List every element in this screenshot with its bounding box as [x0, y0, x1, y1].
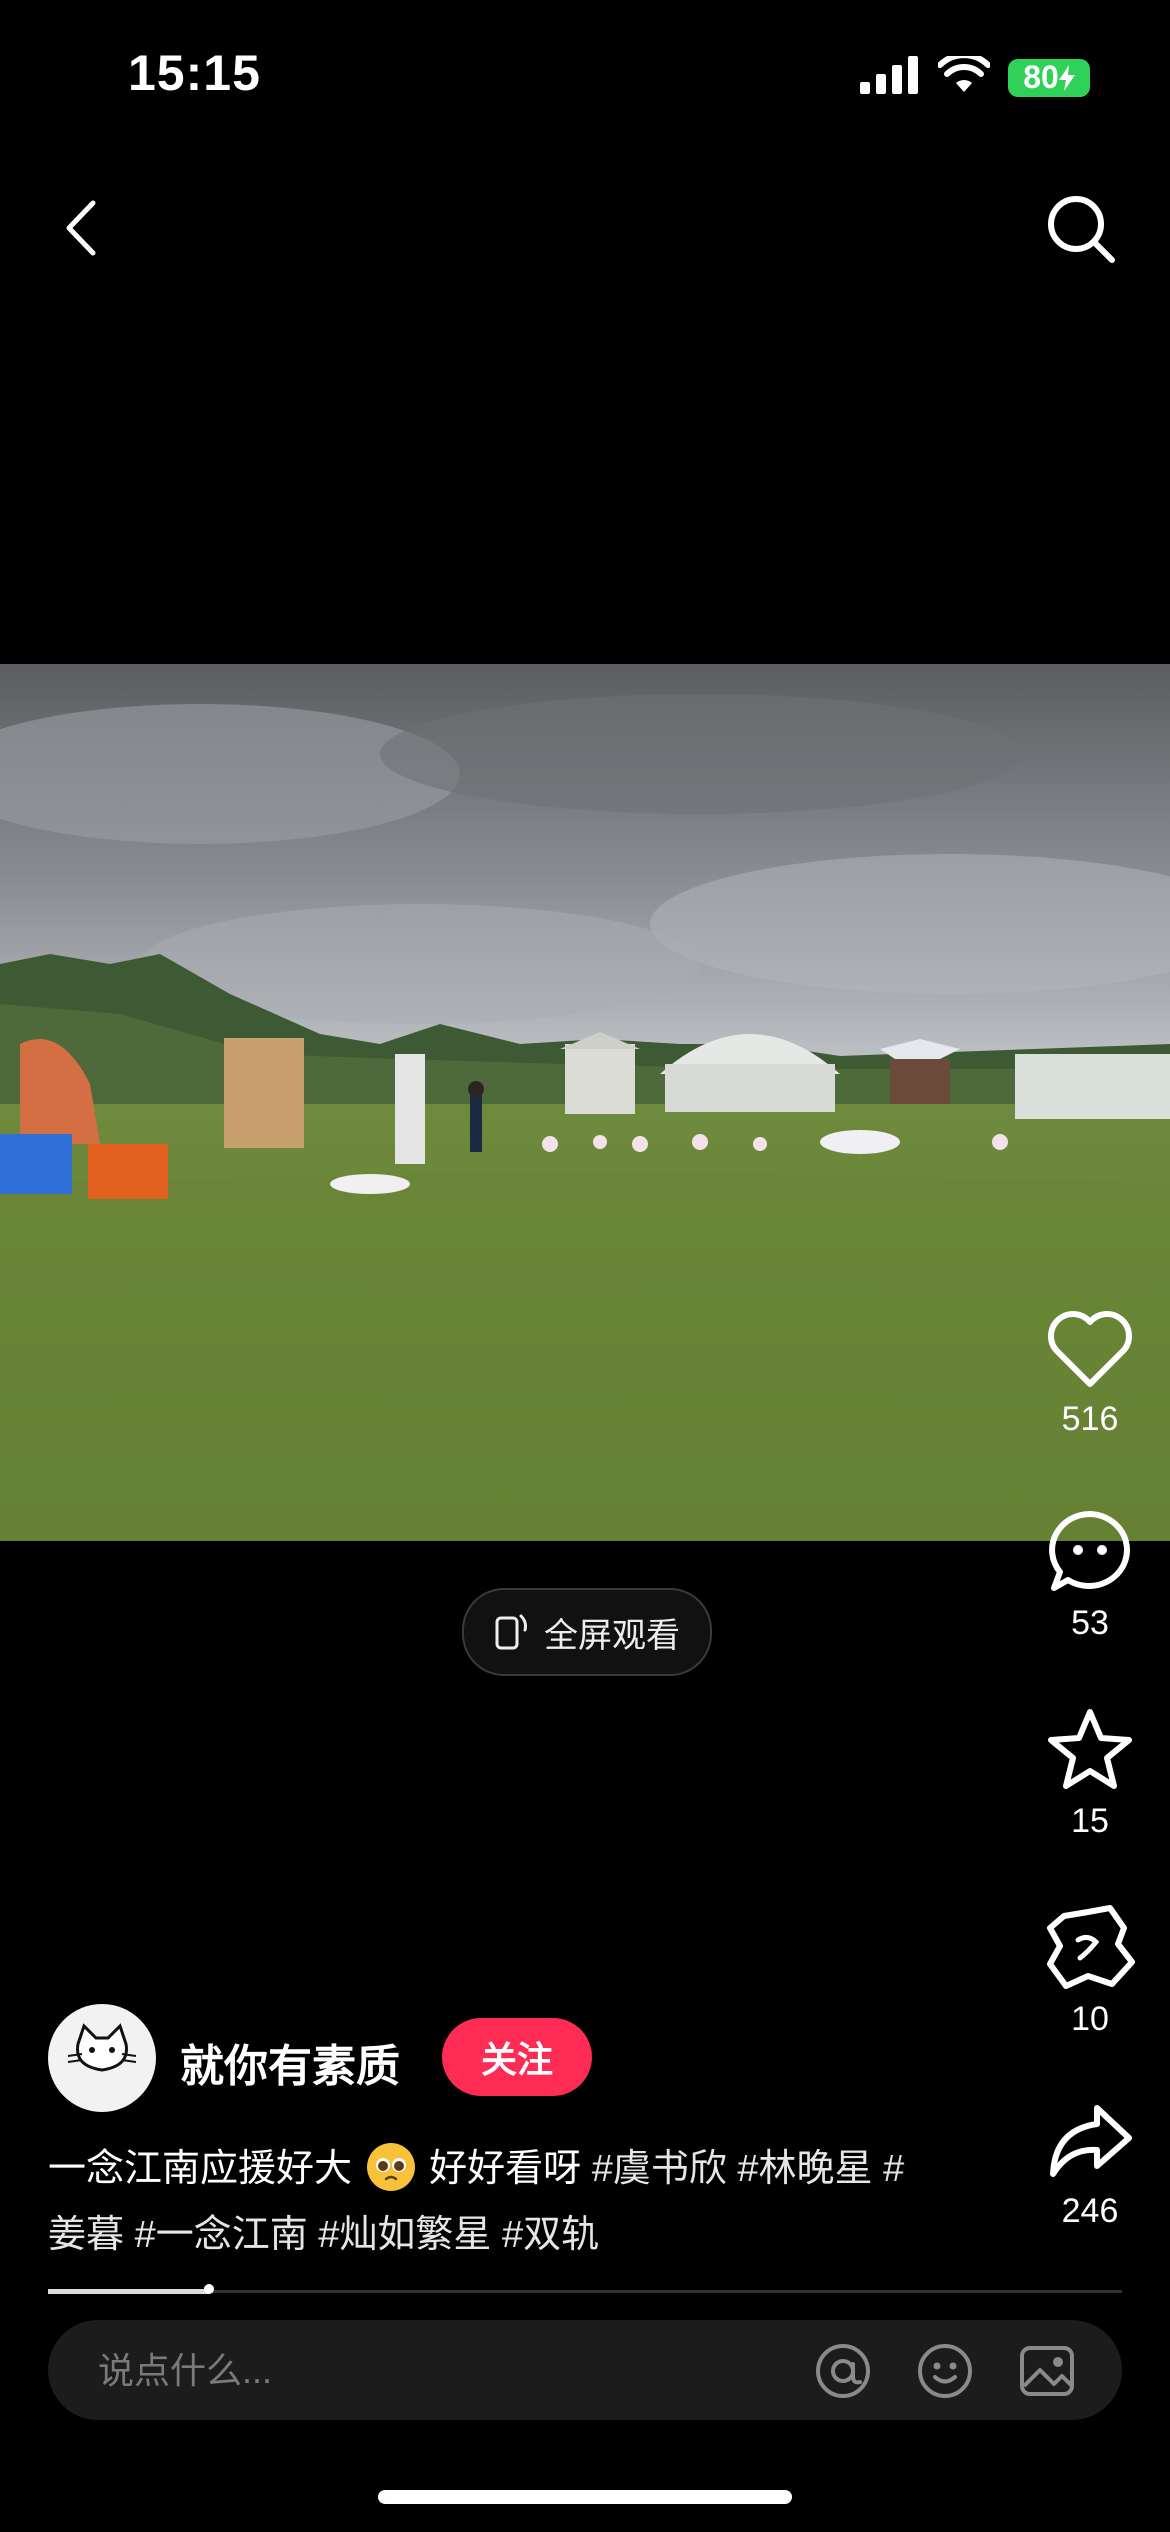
- back-button[interactable]: [50, 196, 110, 260]
- comment-bubble-icon: [1049, 1511, 1130, 1591]
- mention-button[interactable]: [814, 2342, 872, 2400]
- playback-progress-fill: [48, 2289, 210, 2294]
- emoji-button[interactable]: [916, 2342, 974, 2400]
- gift-button[interactable]: 10: [1040, 1904, 1140, 2039]
- share-button[interactable]: 246: [1040, 2102, 1140, 2231]
- wifi-icon: [937, 52, 991, 99]
- battery-level: 80: [1023, 59, 1059, 95]
- search-button[interactable]: [1044, 192, 1118, 266]
- comment-input[interactable]: [96, 2320, 800, 2422]
- fullscreen-label: 全屏观看: [544, 1616, 680, 1655]
- battery-indicator: 80: [1008, 58, 1090, 97]
- hashtag[interactable]: #一念江南: [135, 2214, 308, 2256]
- like-button[interactable]: 516: [1040, 1310, 1140, 1439]
- follow-button[interactable]: 关注: [442, 2018, 592, 2096]
- status-icons: 80: [860, 52, 1090, 99]
- cellular-signal-icon: [860, 56, 920, 99]
- share-count: 246: [1061, 2192, 1119, 2230]
- chevron-left-icon: [66, 200, 96, 256]
- charging-bolt-icon: [1058, 64, 1075, 91]
- image-button[interactable]: [1018, 2342, 1076, 2400]
- caption-text: 一念江南应援好大: [48, 2148, 353, 2190]
- image-icon: [1020, 2346, 1074, 2396]
- author-avatar[interactable]: [48, 2004, 156, 2112]
- heart-icon: [1047, 1310, 1133, 1387]
- hashtag[interactable]: #双轨: [502, 2214, 599, 2256]
- comment-bar: [48, 2320, 1122, 2422]
- fullscreen-button[interactable]: 全屏观看: [462, 1588, 712, 1676]
- smiley-icon: [918, 2344, 972, 2398]
- like-count: 516: [1061, 1400, 1119, 1438]
- gift-sparkle-icon: [1047, 1905, 1135, 1989]
- status-time: 15:15: [128, 45, 261, 101]
- comment-button[interactable]: 53: [1040, 1508, 1140, 1643]
- at-sign-icon: [816, 2344, 870, 2398]
- rotate-phone-icon: [495, 1614, 527, 1650]
- cat-avatar-image: [67, 2023, 137, 2072]
- home-indicator: [378, 2490, 792, 2504]
- hashtag[interactable]: #虞书欣: [592, 2148, 727, 2190]
- favorite-button[interactable]: 15: [1040, 1706, 1140, 1841]
- hashtag[interactable]: #灿如繁星: [318, 2214, 491, 2256]
- hashtag[interactable]: #林晚星: [737, 2148, 872, 2190]
- search-icon: [1048, 196, 1115, 263]
- comment-count: 53: [1071, 1604, 1109, 1642]
- pleading-face-emoji-icon: [366, 2143, 415, 2191]
- gift-count: 10: [1071, 2000, 1109, 2038]
- video-frame-image: [0, 664, 1170, 1541]
- star-icon: [1048, 1709, 1132, 1789]
- favorite-count: 15: [1071, 1802, 1109, 1840]
- video-caption: 一念江南应援好大 好好看呀 #虞书欣 #林晚星 #姜暮 #一念江南 #灿如繁星 …: [48, 2136, 928, 2268]
- author-name[interactable]: 就你有素质: [180, 2030, 400, 2094]
- video-player[interactable]: [0, 664, 1170, 1541]
- caption-text-2: 好好看呀: [429, 2148, 582, 2190]
- share-arrow-icon: [1050, 2105, 1132, 2177]
